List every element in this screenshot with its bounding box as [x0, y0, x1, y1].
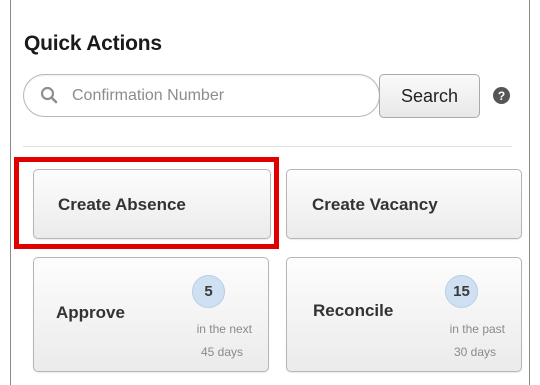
- reconcile-range-line2: 30 days: [453, 345, 496, 359]
- svg-text:?: ?: [498, 89, 505, 103]
- reconcile-count-badge: 15: [445, 275, 478, 308]
- approve-button[interactable]: Approve 5 in the next 45 days: [33, 257, 269, 372]
- help-icon[interactable]: ?: [493, 87, 510, 104]
- reconcile-button[interactable]: Reconcile 15 in the past 30 days: [286, 257, 522, 372]
- approve-range-line1: in the next: [196, 322, 252, 336]
- divider: [23, 146, 512, 147]
- approve-label: Approve: [56, 303, 125, 322]
- confirmation-search-box[interactable]: [23, 74, 380, 117]
- approve-range-line2: 45 days: [200, 345, 243, 359]
- search-icon: [40, 86, 58, 104]
- search-button[interactable]: Search: [379, 74, 480, 118]
- reconcile-range-line1: in the past: [449, 322, 505, 336]
- highlight-box: [14, 157, 279, 249]
- approve-count-badge: 5: [192, 275, 225, 308]
- panel-title: Quick Actions: [24, 32, 162, 55]
- confirmation-number-input[interactable]: [72, 81, 362, 111]
- create-vacancy-label: Create Vacancy: [312, 195, 438, 214]
- create-vacancy-button[interactable]: Create Vacancy: [286, 169, 522, 239]
- reconcile-label: Reconcile: [313, 301, 394, 320]
